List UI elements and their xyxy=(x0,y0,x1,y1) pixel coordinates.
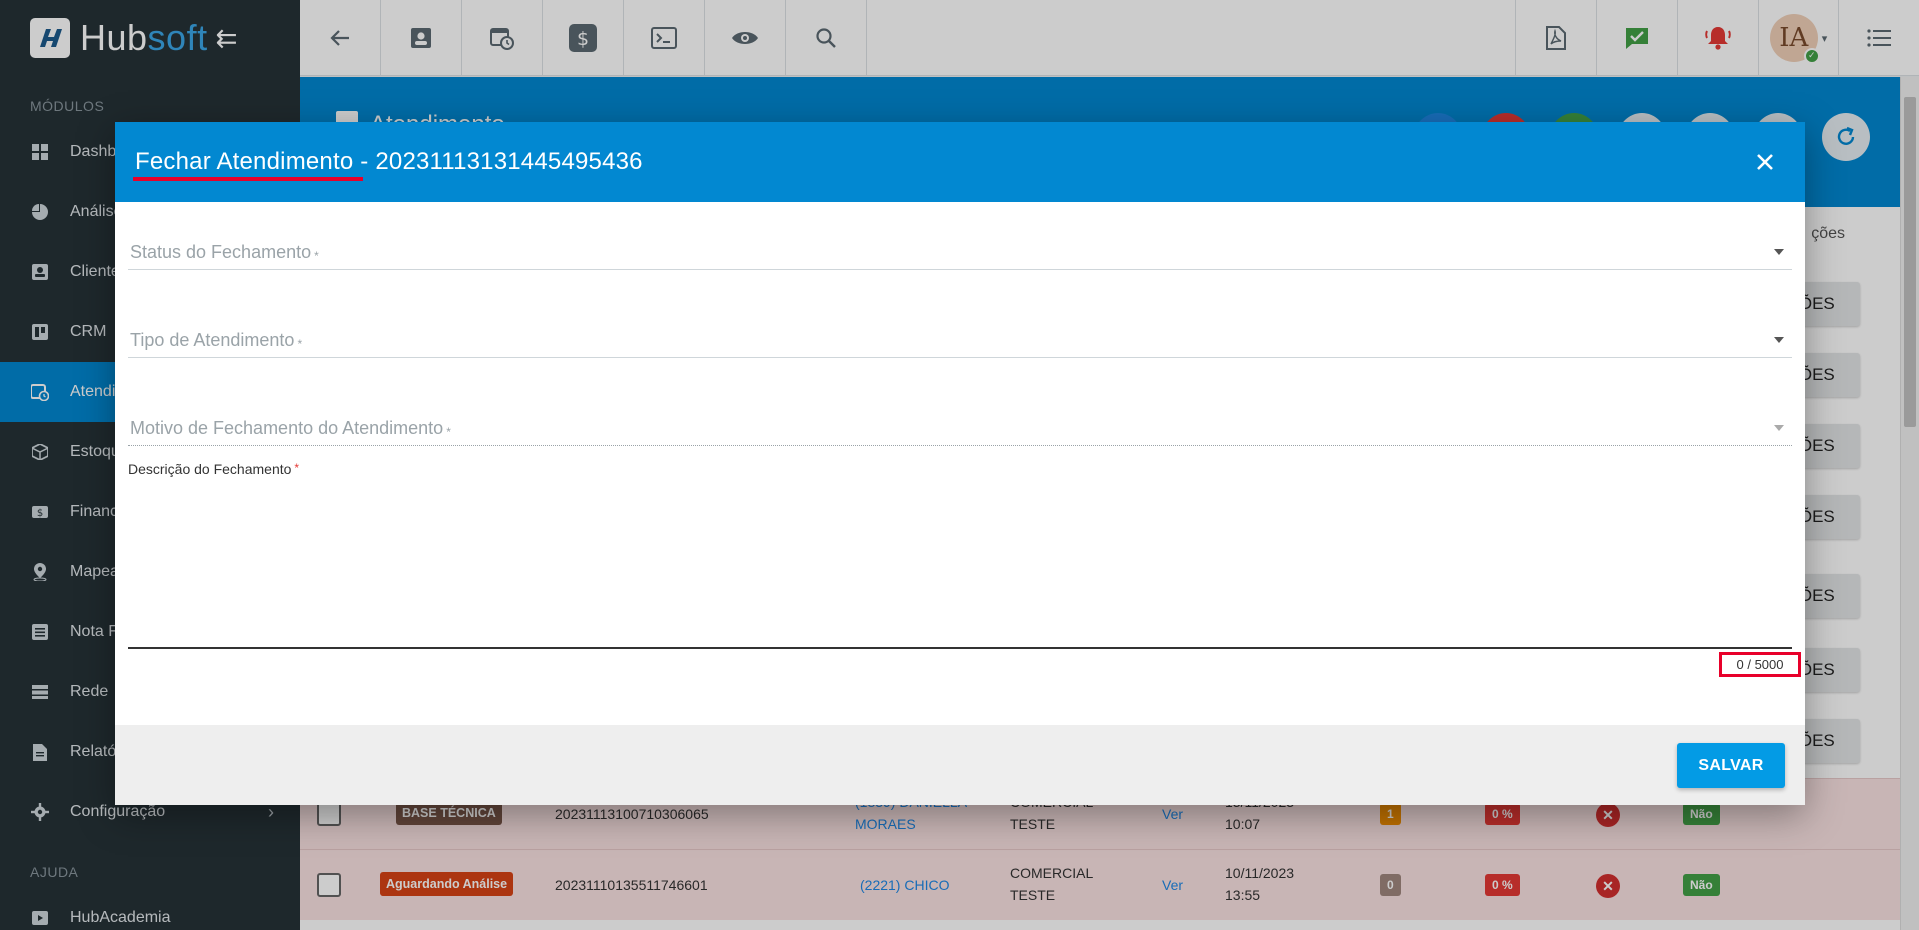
descricao-textarea[interactable] xyxy=(128,482,1792,649)
modal-body: Status do Fechamento * Tipo de Atendiment… xyxy=(115,202,1805,722)
dropdown-arrow-icon xyxy=(1774,337,1784,343)
dropdown-arrow-icon xyxy=(1774,425,1784,431)
dropdown-arrow-icon xyxy=(1774,249,1784,255)
motivo-fechamento-select[interactable]: Motivo de Fechamento do Atendimento * xyxy=(128,404,1792,446)
modal-header: Fechar Atendimento - 2023111313144549543… xyxy=(115,122,1805,202)
save-button[interactable]: SALVAR xyxy=(1677,743,1785,788)
modal-title-prefix: Fechar Atendimento xyxy=(135,148,354,175)
modal-footer: SALVAR xyxy=(115,725,1805,805)
motivo-fechamento-label: Motivo de Fechamento do Atendimento xyxy=(130,418,444,438)
close-button[interactable] xyxy=(1747,144,1783,180)
status-fechamento-select[interactable]: Status do Fechamento * xyxy=(128,228,1792,270)
descricao-label: Descrição do Fechamento * xyxy=(128,461,300,477)
status-fechamento-label: Status do Fechamento xyxy=(130,242,312,262)
required-marker: * xyxy=(294,461,300,475)
close-atendimento-modal: Fechar Atendimento - 2023111313144549543… xyxy=(115,122,1805,805)
tipo-atendimento-label: Tipo de Atendimento xyxy=(130,330,295,350)
title-highlight-underline xyxy=(133,177,363,181)
required-marker: * xyxy=(314,249,319,263)
required-marker: * xyxy=(297,337,303,351)
close-icon xyxy=(1757,154,1773,170)
required-marker: * xyxy=(446,425,451,439)
tipo-atendimento-select[interactable]: Tipo de Atendimento * xyxy=(128,316,1792,358)
modal-title-separator: - xyxy=(353,148,376,175)
modal-title-id: 20231113131445495436 xyxy=(375,148,643,175)
char-counter: 0 / 5000 xyxy=(1719,652,1801,677)
modal-title: Fechar Atendimento - 2023111313144549543… xyxy=(135,148,643,176)
